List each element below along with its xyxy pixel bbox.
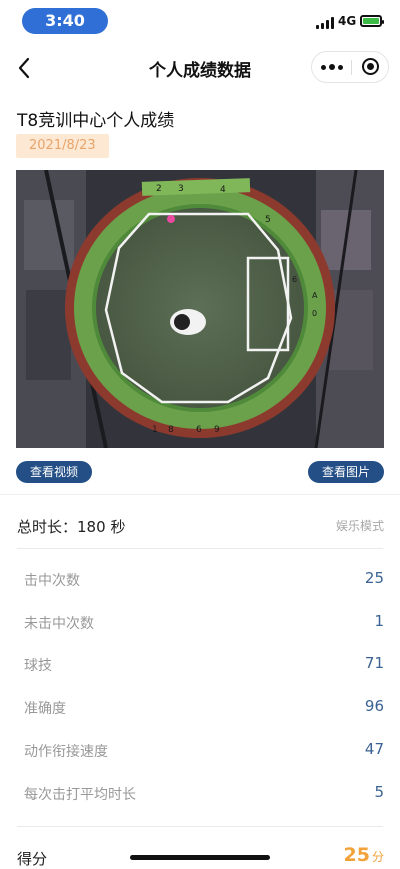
score-unit: 分 bbox=[371, 850, 384, 864]
total-duration-value: 180 bbox=[77, 518, 106, 536]
panel-label: 6 bbox=[292, 275, 297, 284]
total-duration: 总时长：180 秒 bbox=[17, 516, 125, 537]
arena-image: 2 3 4 5 6 A 0 1 8 6 9 bbox=[16, 170, 384, 448]
stat-label: 球技 bbox=[24, 658, 52, 674]
stat-value: 71 bbox=[364, 654, 384, 672]
stat-row: 未击中次数 1 bbox=[24, 612, 384, 633]
view-video-button[interactable]: 查看视频 bbox=[16, 461, 93, 483]
stat-label: 击中次数 bbox=[24, 573, 80, 589]
panel-label: 2 bbox=[156, 184, 162, 194]
stat-row: 击中次数 25 bbox=[24, 569, 384, 590]
nav-bar: 个人成绩数据 bbox=[0, 44, 400, 92]
status-bar: 3:40 4G bbox=[0, 0, 400, 44]
panel-label: A bbox=[312, 291, 318, 300]
more-dots-icon[interactable] bbox=[312, 52, 351, 82]
stat-label: 准确度 bbox=[24, 701, 66, 717]
stat-row: 球技 71 bbox=[24, 654, 384, 675]
record-date-badge: 2021/8/23 bbox=[16, 134, 109, 158]
score-label: 得分 bbox=[17, 850, 48, 868]
panel-label: 6 bbox=[196, 425, 202, 435]
stat-value: 25 bbox=[364, 569, 384, 587]
stat-value: 1 bbox=[374, 612, 384, 630]
status-time: 3:40 bbox=[22, 8, 108, 34]
stat-label: 动作衔接速度 bbox=[24, 744, 108, 760]
stat-row: 准确度 96 bbox=[24, 697, 384, 718]
panel-label: 8 bbox=[168, 425, 174, 435]
panel-label: 3 bbox=[178, 184, 184, 194]
score-value: 25 分 bbox=[344, 844, 384, 866]
stat-value: 96 bbox=[364, 697, 384, 715]
panel-label: 5 bbox=[265, 215, 271, 225]
panel-label: 0 bbox=[312, 309, 317, 318]
network-type: 4G bbox=[338, 14, 357, 28]
panel-label: 9 bbox=[214, 425, 220, 435]
arena-photo[interactable]: 2 3 4 5 6 A 0 1 8 6 9 bbox=[16, 170, 384, 448]
mini-program-capsule bbox=[311, 51, 389, 83]
mini-program-close-icon[interactable] bbox=[352, 52, 389, 82]
total-duration-label: 总时长： bbox=[17, 518, 78, 536]
panel-label: 1 bbox=[152, 425, 158, 435]
home-indicator[interactable] bbox=[130, 855, 270, 860]
total-duration-unit: 秒 bbox=[110, 518, 126, 536]
stat-value: 47 bbox=[364, 740, 384, 758]
view-image-button[interactable]: 查看图片 bbox=[307, 461, 384, 483]
score-number: 25 bbox=[343, 844, 370, 866]
signal-icon bbox=[316, 17, 334, 29]
panel-label: 4 bbox=[220, 185, 226, 195]
stat-row: 动作衔接速度 47 bbox=[24, 740, 384, 761]
stat-label: 每次击打平均时长 bbox=[24, 787, 136, 803]
stat-value: 5 bbox=[374, 783, 384, 801]
record-title: T8竞训中心个人成绩 bbox=[17, 111, 175, 131]
battery-icon bbox=[360, 15, 384, 27]
game-mode: 娱乐模式 bbox=[335, 519, 384, 533]
stat-row: 每次击打平均时长 5 bbox=[24, 783, 384, 804]
stat-label: 未击中次数 bbox=[24, 616, 94, 632]
